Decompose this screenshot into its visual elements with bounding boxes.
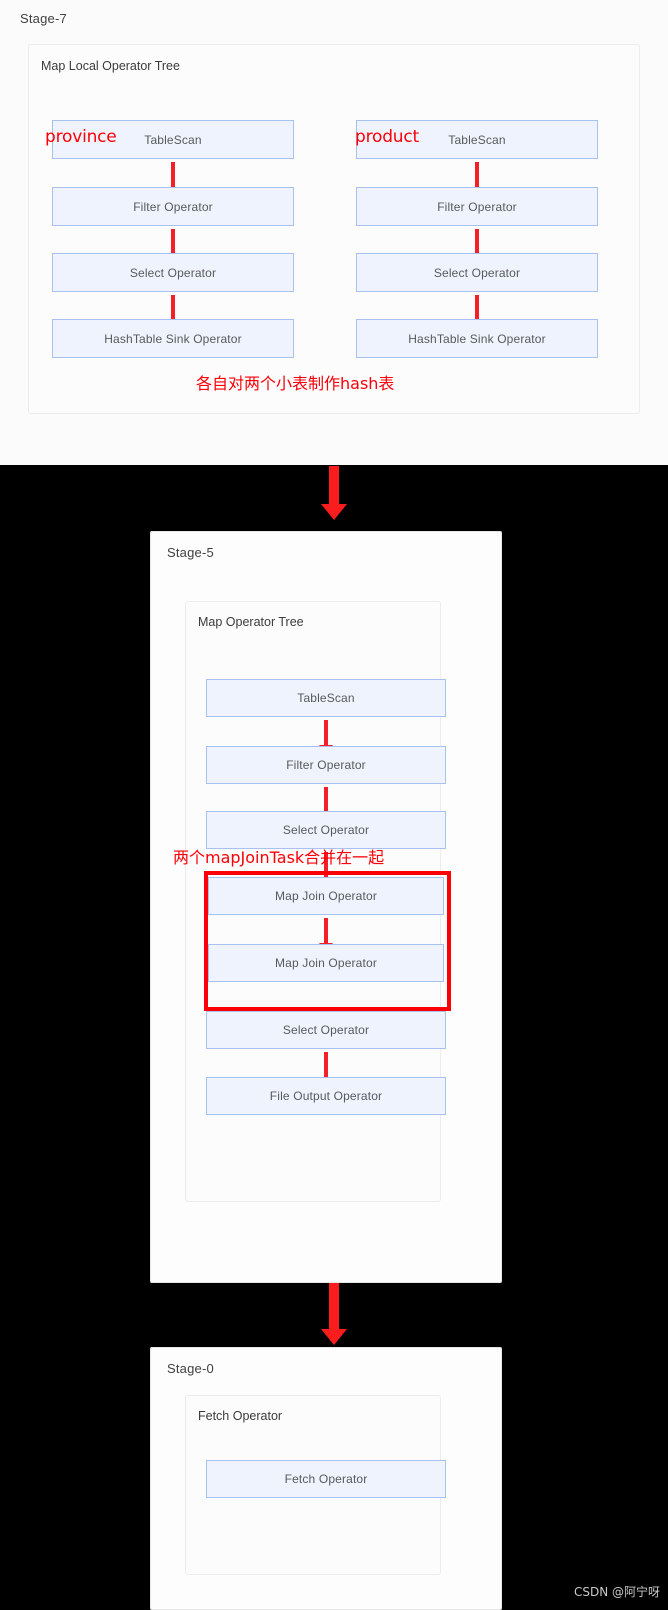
op-fetch[interactable]: Fetch Operator <box>206 1460 446 1498</box>
flow-arrow-stage5-to-stage0-icon <box>321 1283 347 1345</box>
op-map-join-1[interactable]: Map Join Operator <box>208 877 444 915</box>
op-tablescan[interactable]: TableScan <box>206 679 446 717</box>
op-map-join-2[interactable]: Map Join Operator <box>208 944 444 982</box>
annotation-mapjointask-merge: 两个mapJoinTask合并在一起 <box>173 848 385 867</box>
op-filter[interactable]: Filter Operator <box>206 746 446 784</box>
stage-5-title: Stage-5 <box>167 545 214 560</box>
op-filter-product[interactable]: Filter Operator <box>356 187 598 226</box>
op-select-lower[interactable]: Select Operator <box>206 1011 446 1049</box>
fetch-operator-tree-title: Fetch Operator <box>198 1409 283 1423</box>
stage-0-title: Stage-0 <box>167 1361 214 1376</box>
stage-7-panel: Stage-7 Map Local Operator Tree TableSca… <box>0 0 668 465</box>
annotation-province-table: province <box>45 127 117 147</box>
op-filter-province[interactable]: Filter Operator <box>52 187 294 226</box>
diagram-canvas: Stage-7 Map Local Operator Tree TableSca… <box>0 0 668 1610</box>
op-select-product[interactable]: Select Operator <box>356 253 598 292</box>
stage-0-panel: Stage-0 Fetch Operator Fetch Operator <box>150 1347 502 1610</box>
annotation-hash-table-caption: 各自对两个小表制作hash表 <box>196 374 395 393</box>
annotation-product-table: product <box>355 127 419 147</box>
op-file-output[interactable]: File Output Operator <box>206 1077 446 1115</box>
csdn-watermark: CSDN @阿宁呀 <box>573 1585 660 1599</box>
flow-arrow-stage7-to-stage5-icon <box>321 466 347 520</box>
map-local-operator-tree-title: Map Local Operator Tree <box>41 59 180 73</box>
map-local-operator-tree-box: Map Local Operator Tree <box>28 44 640 414</box>
op-select-province[interactable]: Select Operator <box>52 253 294 292</box>
op-hashtable-sink-province[interactable]: HashTable Sink Operator <box>52 319 294 358</box>
op-hashtable-sink-product[interactable]: HashTable Sink Operator <box>356 319 598 358</box>
map-operator-tree-title: Map Operator Tree <box>198 615 304 629</box>
stage-7-title: Stage-7 <box>20 11 67 26</box>
stage-5-panel: Stage-5 Map Operator Tree TableScan Filt… <box>150 531 502 1283</box>
